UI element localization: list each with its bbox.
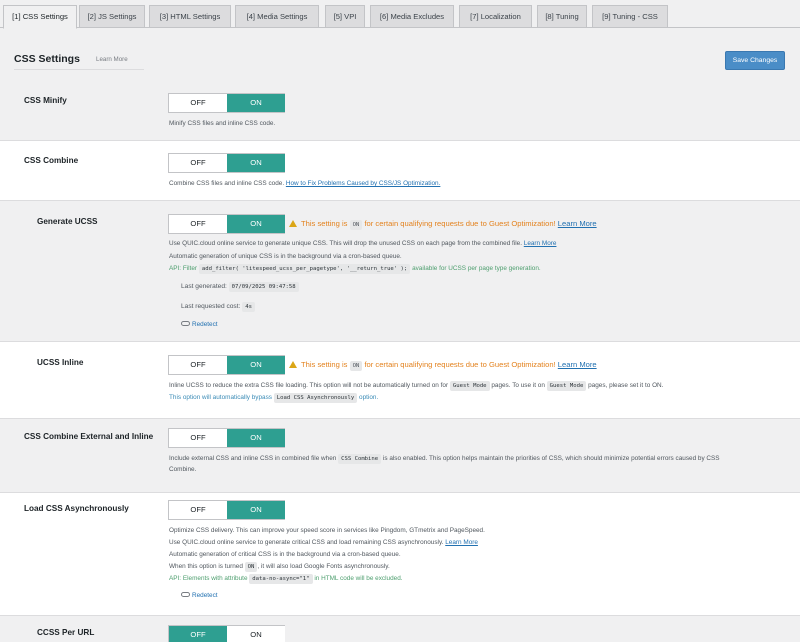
setting-label: CSS Combine External and Inline	[24, 432, 154, 441]
setting-description: Use QUIC.cloud online service to generat…	[169, 240, 557, 247]
last-generated: Last generated: 07/09/2025 09:47:58	[181, 282, 299, 292]
toggle-off-option[interactable]: OFF	[169, 215, 227, 233]
page-header: CSS Settings Learn More Save Changes	[0, 28, 800, 78]
title-divider	[14, 69, 144, 70]
setting-label: CCSS Per URL	[37, 628, 95, 637]
guest-optimization-warning: This setting is ON for certain qualifyin…	[289, 360, 597, 371]
link-icon	[181, 592, 190, 597]
setting-row-css-minify: CSS Minify OFF ON Minify CSS files and i…	[0, 78, 800, 140]
tab-vpi[interactable]: [5] VPI	[325, 5, 365, 28]
setting-description: Use QUIC.cloud online service to generat…	[169, 539, 478, 546]
setting-label: CSS Minify	[24, 96, 67, 105]
tab-media-settings[interactable]: [4] Media Settings	[235, 5, 319, 28]
setting-label: Load CSS Asynchronously	[24, 504, 129, 513]
setting-row-ucss-inline: UCSS Inline OFF ON This setting is ON fo…	[0, 342, 800, 418]
redetect-link[interactable]: Redetect	[181, 321, 218, 328]
toggle-on-option[interactable]: ON	[227, 94, 285, 112]
setting-description: Automatic generation of unique CSS is in…	[169, 253, 402, 260]
toggle-on-option[interactable]: ON	[227, 356, 285, 374]
setting-description: Include external CSS and inline CSS in c…	[169, 454, 720, 464]
generate-ucss-toggle[interactable]: OFF ON	[168, 214, 285, 234]
ccss-per-url-toggle[interactable]: OFF ON	[168, 625, 285, 642]
setting-description: Minify CSS files and inline CSS code.	[169, 120, 276, 127]
toggle-on-option[interactable]: ON	[227, 429, 285, 447]
css-combine-toggle[interactable]: OFF ON	[168, 153, 285, 173]
api-filter-note: API: Filter add_filter( 'litespeed_ucss_…	[169, 264, 541, 274]
toggle-off-option[interactable]: OFF	[169, 356, 227, 374]
load-css-async-toggle[interactable]: OFF ON	[168, 500, 285, 520]
setting-description: Inline UCSS to reduce the extra CSS file…	[169, 381, 664, 391]
setting-row-css-combine: CSS Combine OFF ON Combine CSS files and…	[0, 141, 800, 200]
last-requested-cost: Last requested cost: 4s	[181, 302, 255, 312]
tab-js-settings[interactable]: [2] JS Settings	[79, 5, 145, 28]
setting-label: CSS Combine	[24, 156, 79, 165]
setting-row-ccss-per-url: CCSS Per URL OFF ON	[0, 616, 800, 642]
ucss-inline-toggle[interactable]: OFF ON	[168, 355, 285, 375]
bypass-note: This option will automatically bypass Lo…	[169, 393, 379, 403]
tab-html-settings[interactable]: [3] HTML Settings	[149, 5, 231, 28]
ccss-learn-more-link[interactable]: Learn More	[445, 539, 478, 546]
css-minify-toggle[interactable]: OFF ON	[168, 93, 285, 113]
settings-tab-bar: [1] CSS Settings [2] JS Settings [3] HTM…	[0, 0, 800, 29]
toggle-off-option[interactable]: OFF	[169, 154, 227, 172]
setting-label: UCSS Inline	[37, 358, 84, 367]
toggle-on-option[interactable]: ON	[227, 626, 285, 642]
toggle-off-option[interactable]: OFF	[169, 94, 227, 112]
tab-tuning-css[interactable]: [9] Tuning - CSS	[592, 5, 668, 28]
setting-description: Combine CSS files and inline CSS code. H…	[169, 180, 441, 187]
toggle-off-option[interactable]: OFF	[169, 429, 227, 447]
setting-label: Generate UCSS	[37, 217, 98, 226]
redetect-link[interactable]: Redetect	[181, 592, 218, 599]
api-attribute-note: API: Elements with attribute data-no-asy…	[169, 574, 403, 584]
ucss-learn-more-link[interactable]: Learn More	[524, 240, 557, 247]
toggle-off-option[interactable]: OFF	[169, 501, 227, 519]
learn-more-link[interactable]: Learn More	[96, 56, 128, 63]
page-title: CSS Settings	[14, 53, 80, 65]
setting-description: Automatic generation of critical CSS is …	[169, 551, 401, 558]
link-icon	[181, 321, 190, 326]
setting-description: When this option is turned ON, it will a…	[169, 562, 390, 572]
toggle-on-option[interactable]: ON	[227, 154, 285, 172]
tab-css-settings[interactable]: [1] CSS Settings	[3, 5, 77, 29]
toggle-on-option[interactable]: ON	[227, 215, 285, 233]
css-combine-external-toggle[interactable]: OFF ON	[168, 428, 285, 448]
tab-tuning[interactable]: [8] Tuning	[537, 5, 587, 28]
toggle-on-option[interactable]: ON	[227, 501, 285, 519]
toggle-off-option[interactable]: OFF	[169, 626, 227, 642]
setting-description: Combine.	[169, 466, 197, 473]
setting-description: Optimize CSS delivery. This can improve …	[169, 527, 485, 534]
setting-row-generate-ucss: Generate UCSS OFF ON This setting is ON …	[0, 201, 800, 341]
warning-learn-more-link[interactable]: Learn More	[558, 360, 597, 369]
warning-icon	[289, 220, 297, 227]
warning-icon	[289, 361, 297, 368]
guest-optimization-warning: This setting is ON for certain qualifyin…	[289, 219, 597, 230]
warning-learn-more-link[interactable]: Learn More	[558, 219, 597, 228]
setting-row-load-css-async: Load CSS Asynchronously OFF ON Optimize …	[0, 493, 800, 615]
fix-problems-link[interactable]: How to Fix Problems Caused by CSS/JS Opt…	[286, 180, 441, 187]
tab-media-excludes[interactable]: [6] Media Excludes	[370, 5, 454, 28]
save-changes-button[interactable]: Save Changes	[725, 51, 785, 70]
setting-row-css-combine-external: CSS Combine External and Inline OFF ON I…	[0, 419, 800, 492]
tab-localization[interactable]: [7] Localization	[459, 5, 532, 28]
